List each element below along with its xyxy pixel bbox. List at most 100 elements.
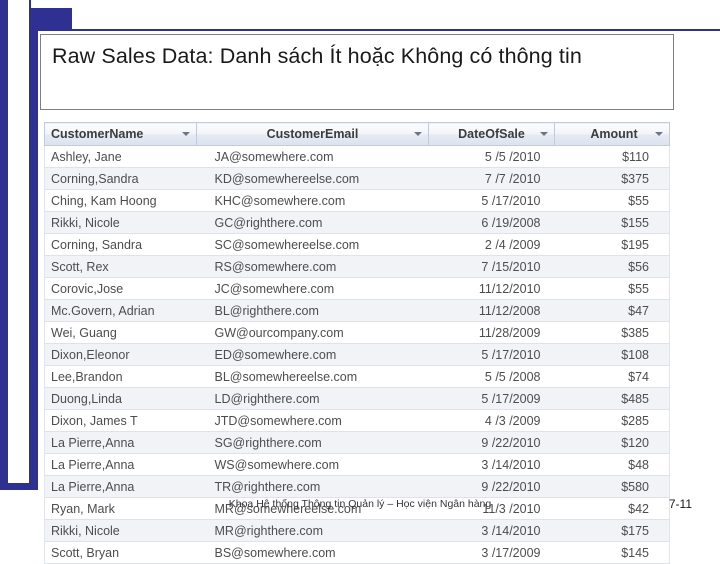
table-row[interactable]: Scott, Rex RS@somewhere.com 7 /15/2010 $56 bbox=[44, 255, 670, 278]
table-row[interactable]: Corning, Sandra SC@somewhereelse.com 2 /4 … bbox=[44, 233, 670, 256]
cell-customername[interactable]: La Pierre,Anna bbox=[44, 431, 197, 454]
cell-customername[interactable]: Dixon, James T bbox=[44, 409, 197, 432]
cell-amount[interactable]: $285 bbox=[554, 409, 670, 432]
cell-dateofsale[interactable]: 5 /17/2010 bbox=[428, 189, 555, 212]
cell-customername[interactable]: Ashley, Jane bbox=[44, 145, 197, 168]
cell-customername[interactable]: Dixon,Eleonor bbox=[44, 343, 197, 366]
cell-dateofsale[interactable]: 6 /19/2008 bbox=[428, 211, 555, 234]
cell-dateofsale[interactable]: 5 /5 /2010 bbox=[428, 145, 555, 168]
cell-customeremail[interactable]: MR@righthere.com bbox=[196, 519, 429, 542]
cell-dateofsale[interactable]: 5 /17/2010 bbox=[428, 343, 555, 366]
cell-customeremail[interactable]: GC@righthere.com bbox=[196, 211, 429, 234]
cell-amount[interactable]: $580 bbox=[554, 475, 670, 498]
cell-amount[interactable]: $48 bbox=[554, 453, 670, 476]
column-header-dateofsale[interactable]: DateOfSale bbox=[428, 122, 555, 146]
table-row[interactable]: La Pierre,Anna SG@righthere.com 9 /22/2010… bbox=[44, 431, 670, 454]
cell-dateofsale[interactable]: 3 /17/2009 bbox=[428, 541, 555, 564]
cell-customername[interactable]: Corovic,Jose bbox=[44, 277, 197, 300]
cell-customername[interactable]: Rikki, Nicole bbox=[44, 519, 197, 542]
chevron-down-icon[interactable] bbox=[655, 132, 663, 136]
column-header-label: DateOfSale bbox=[458, 127, 525, 141]
cell-customeremail[interactable]: SG@righthere.com bbox=[196, 431, 429, 454]
cell-dateofsale[interactable]: 11/12/2010 bbox=[428, 277, 555, 300]
cell-customeremail[interactable]: JA@somewhere.com bbox=[196, 145, 429, 168]
cell-customeremail[interactable]: KD@somewhereelse.com bbox=[196, 167, 429, 190]
cell-customername[interactable]: La Pierre,Anna bbox=[44, 453, 197, 476]
cell-amount[interactable]: $145 bbox=[554, 541, 670, 564]
cell-amount[interactable]: $74 bbox=[554, 365, 670, 388]
cell-customeremail[interactable]: BL@righthere.com bbox=[196, 299, 429, 322]
cell-customername[interactable]: Ching, Kam Hoong bbox=[44, 189, 197, 212]
table-row[interactable]: Ching, Kam Hoong KHC@somewhere.com 5 /17/2… bbox=[44, 189, 670, 212]
cell-dateofsale[interactable]: 7 /15/2010 bbox=[428, 255, 555, 278]
table-row[interactable]: Corovic,Jose JC@somewhere.com 11/12/2010 $5… bbox=[44, 277, 670, 300]
cell-amount[interactable]: $47 bbox=[554, 299, 670, 322]
cell-customername[interactable]: Lee,Brandon bbox=[44, 365, 197, 388]
cell-customeremail[interactable]: ED@somewhere.com bbox=[196, 343, 429, 366]
cell-amount[interactable]: $175 bbox=[554, 519, 670, 542]
cell-dateofsale[interactable]: 3 /14/2010 bbox=[428, 519, 555, 542]
cell-customeremail[interactable]: RS@somewhere.com bbox=[196, 255, 429, 278]
chevron-down-icon[interactable] bbox=[182, 132, 190, 136]
cell-customeremail[interactable]: LD@righthere.com bbox=[196, 387, 429, 410]
cell-customeremail[interactable]: BS@somewhere.com bbox=[196, 541, 429, 564]
cell-amount[interactable]: $375 bbox=[554, 167, 670, 190]
cell-customeremail[interactable]: JTD@somewhere.com bbox=[196, 409, 429, 432]
column-header-amount[interactable]: Amount bbox=[554, 122, 670, 146]
cell-customername[interactable]: Scott, Bryan bbox=[44, 541, 197, 564]
table-row[interactable]: La Pierre,Anna TR@righthere.com 9 /22/2010… bbox=[44, 475, 670, 498]
cell-amount[interactable]: $108 bbox=[554, 343, 670, 366]
cell-customeremail[interactable]: JC@somewhere.com bbox=[196, 277, 429, 300]
cell-amount[interactable]: $195 bbox=[554, 233, 670, 256]
cell-amount[interactable]: $155 bbox=[554, 211, 670, 234]
cell-dateofsale[interactable]: 4 /3 /2009 bbox=[428, 409, 555, 432]
table-row[interactable]: Lee,Brandon BL@somewhereelse.com 5 /5 /200… bbox=[44, 365, 670, 388]
cell-amount[interactable]: $385 bbox=[554, 321, 670, 344]
cell-customeremail[interactable]: BL@somewhereelse.com bbox=[196, 365, 429, 388]
cell-customername[interactable]: Rikki, Nicole bbox=[44, 211, 197, 234]
table-row[interactable]: Mc.Govern, Adrian BL@righthere.com 11/12/2… bbox=[44, 299, 670, 322]
column-header-customername[interactable]: CustomerName bbox=[44, 122, 197, 146]
cell-dateofsale[interactable]: 11/28/2009 bbox=[428, 321, 555, 344]
cell-customername[interactable]: La Pierre,Anna bbox=[44, 475, 197, 498]
cell-amount[interactable]: $56 bbox=[554, 255, 670, 278]
cell-dateofsale[interactable]: 3 /14/2010 bbox=[428, 453, 555, 476]
cell-customername[interactable]: Corning, Sandra bbox=[44, 233, 197, 256]
table-row[interactable]: La Pierre,Anna WS@somewhere.com 3 /14/2010… bbox=[44, 453, 670, 476]
cell-dateofsale[interactable]: 9 /22/2010 bbox=[428, 431, 555, 454]
cell-amount[interactable]: $55 bbox=[554, 277, 670, 300]
table-row[interactable]: Ashley, Jane JA@somewhere.com 5 /5 /2010 $1… bbox=[44, 145, 670, 168]
cell-amount[interactable]: $485 bbox=[554, 387, 670, 410]
cell-dateofsale[interactable]: 11/12/2008 bbox=[428, 299, 555, 322]
chevron-down-icon[interactable] bbox=[414, 132, 422, 136]
cell-customeremail[interactable]: SC@somewhereelse.com bbox=[196, 233, 429, 256]
table-row[interactable]: Wei, Guang GW@ourcompany.com 11/28/2009 $38… bbox=[44, 321, 670, 344]
cell-customername[interactable]: Corning,Sandra bbox=[44, 167, 197, 190]
cell-amount[interactable]: $110 bbox=[554, 145, 670, 168]
cell-dateofsale[interactable]: 9 /22/2010 bbox=[428, 475, 555, 498]
chevron-down-icon[interactable] bbox=[540, 132, 548, 136]
cell-customername[interactable]: Duong,Linda bbox=[44, 387, 197, 410]
cell-amount[interactable]: $55 bbox=[554, 189, 670, 212]
table-row[interactable]: Rikki, Nicole GC@righthere.com 6 /19/2008 $… bbox=[44, 211, 670, 234]
cell-customername[interactable]: Scott, Rex bbox=[44, 255, 197, 278]
cell-customeremail[interactable]: TR@righthere.com bbox=[196, 475, 429, 498]
decor-top-band bbox=[30, 0, 720, 8]
table-row[interactable]: Dixon,Eleonor ED@somewhere.com 5 /17/2010 $… bbox=[44, 343, 670, 366]
table-row[interactable]: Rikki, Nicole MR@righthere.com 3 /14/2010 $… bbox=[44, 519, 670, 542]
table-row[interactable]: Duong,Linda LD@righthere.com 5 /17/2009 $48… bbox=[44, 387, 670, 410]
cell-customeremail[interactable]: KHC@somewhere.com bbox=[196, 189, 429, 212]
cell-dateofsale[interactable]: 2 /4 /2009 bbox=[428, 233, 555, 256]
table-row[interactable]: Dixon, James T JTD@somewhere.com 4 /3 /200… bbox=[44, 409, 670, 432]
column-header-customeremail[interactable]: CustomerEmail bbox=[196, 122, 429, 146]
cell-amount[interactable]: $120 bbox=[554, 431, 670, 454]
table-row[interactable]: Scott, Bryan BS@somewhere.com 3 /17/2009 $1… bbox=[44, 541, 670, 564]
cell-customeremail[interactable]: GW@ourcompany.com bbox=[196, 321, 429, 344]
cell-dateofsale[interactable]: 5 /5 /2008 bbox=[428, 365, 555, 388]
cell-customername[interactable]: Mc.Govern, Adrian bbox=[44, 299, 197, 322]
cell-customername[interactable]: Wei, Guang bbox=[44, 321, 197, 344]
table-row[interactable]: Corning,Sandra KD@somewhereelse.com 7 /7 /… bbox=[44, 167, 670, 190]
cell-customeremail[interactable]: WS@somewhere.com bbox=[196, 453, 429, 476]
cell-dateofsale[interactable]: 7 /7 /2010 bbox=[428, 167, 555, 190]
cell-dateofsale[interactable]: 5 /17/2009 bbox=[428, 387, 555, 410]
